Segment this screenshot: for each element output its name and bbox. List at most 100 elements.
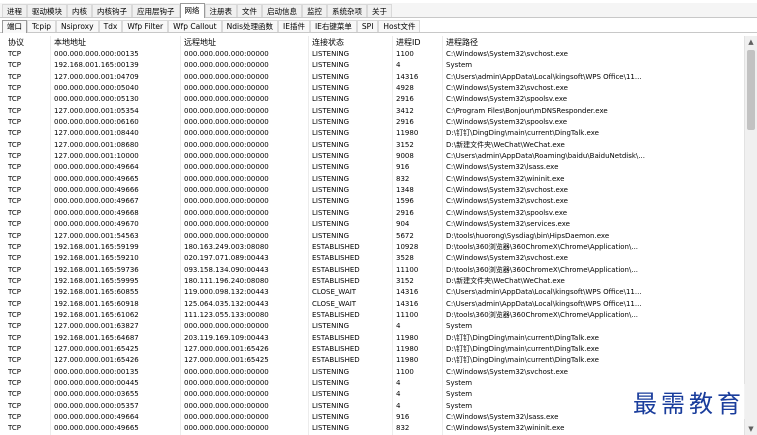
main-tab[interactable]: 内核	[67, 4, 92, 17]
main-tab[interactable]: 监控	[302, 4, 327, 17]
cell-process-path: D:\tools\huorong\Sysdiag\bin\HipsDaemon.…	[446, 231, 610, 240]
cell-remote-address: 000.000.000.000:00000	[184, 84, 269, 93]
column-header-remote-address[interactable]: 远程地址	[184, 36, 306, 49]
main-tab[interactable]: 网络	[179, 3, 205, 18]
sub-tab[interactable]: Wfp Filter	[122, 20, 169, 32]
table-row[interactable]: TCP 127.000.000.001:63827 000.000.000.000:…	[0, 321, 744, 332]
table-row[interactable]: TCP 000.000.000.000:49667 000.000.000.000:…	[0, 196, 744, 207]
table-row[interactable]: TCP 000.000.000.000:05130 000.000.000.000:…	[0, 94, 744, 105]
sub-tab[interactable]: SPI	[356, 20, 379, 32]
cell-protocol: TCP	[8, 322, 21, 331]
table-row[interactable]: TCP 192.168.001.165:61062 111.123.055.133:…	[0, 310, 744, 321]
table-row[interactable]: TCP 127.000.000.001:08440 000.000.000.000:…	[0, 128, 744, 139]
cell-remote-address: 000.000.000.000:00000	[184, 118, 269, 127]
vertical-scrollbar[interactable]: ▲ ▼	[744, 36, 757, 435]
table-row[interactable]: TCP 192.168.001.165:59199 180.163.249.003:…	[0, 242, 744, 253]
scroll-thumb[interactable]	[747, 50, 755, 130]
cell-process-path: C:\Windows\System32\lsass.exe	[446, 163, 559, 172]
table-row[interactable]: TCP 192.168.001.165:00139 000.000.000.000:…	[0, 60, 744, 71]
cell-pid: 11980	[396, 129, 419, 138]
port-table[interactable]: 协议 本地地址 远程地址 连接状态 进程ID 进程路径 TCP 000.000.0…	[0, 36, 744, 435]
table-row[interactable]: TCP 127.000.000.001:65425 127.000.000.001:…	[0, 344, 744, 355]
cell-process-path: D:\新建文件夹\WeChat\WeChat.exe	[446, 276, 565, 285]
table-row[interactable]: TCP 127.000.000.001:10000 000.000.000.000:…	[0, 151, 744, 162]
table-row[interactable]: TCP 127.000.000.001:04709 000.000.000.000:…	[0, 72, 744, 83]
column-header-protocol[interactable]: 协议	[8, 36, 48, 49]
main-tab[interactable]: 应用层钩子	[132, 4, 180, 17]
cell-local-address: 000.000.000.000:05130	[54, 95, 139, 104]
table-row[interactable]: TCP 000.000.000.000:49668 000.000.000.000:…	[0, 208, 744, 219]
cell-protocol: TCP	[8, 333, 21, 342]
cell-local-address: 000.000.000.000:49667	[54, 197, 139, 206]
sub-tab[interactable]: IE插件	[278, 20, 310, 32]
cell-protocol: TCP	[8, 344, 21, 353]
column-header-state[interactable]: 连接状态	[312, 36, 392, 49]
cell-local-address: 000.000.000.000:05040	[54, 84, 139, 93]
table-row[interactable]: TCP 192.168.001.165:60918 125.064.035.132:…	[0, 299, 744, 310]
main-tab[interactable]: 系统杂项	[327, 4, 367, 17]
cell-local-address: 127.000.000.001:08680	[54, 140, 139, 149]
cell-local-address: 000.000.000.000:00135	[54, 50, 139, 58]
sub-tab[interactable]: Ndis处理函数	[221, 20, 278, 32]
cell-pid: 1100	[396, 50, 414, 58]
table-row[interactable]: TCP 192.168.001.165:59210 020.197.071.089:…	[0, 253, 744, 264]
table-row[interactable]: TCP 192.168.001.165:59736 093.158.134.090:…	[0, 265, 744, 276]
cell-protocol: TCP	[8, 72, 21, 81]
cell-remote-address: 000.000.000.000:00000	[184, 322, 269, 331]
column-header-local-address[interactable]: 本地地址	[54, 36, 176, 49]
table-row[interactable]: TCP 000.000.000.000:49666 000.000.000.000:…	[0, 185, 744, 196]
main-tab[interactable]: 进程	[2, 4, 27, 17]
main-tab[interactable]: 启动信息	[262, 4, 302, 17]
table-row[interactable]: TCP 000.000.000.000:05040 000.000.000.000:…	[0, 83, 744, 94]
column-header-process-path[interactable]: 进程路径	[446, 36, 742, 49]
table-row[interactable]: TCP 000.000.000.000:06160 000.000.000.000:…	[0, 117, 744, 128]
sub-tab[interactable]: Tcpip	[27, 20, 57, 32]
cell-state: LISTENING	[312, 95, 350, 104]
sub-tab[interactable]: Nsiproxy	[56, 20, 99, 32]
table-row[interactable]: TCP 127.000.000.001:65426 127.000.000.001:…	[0, 355, 744, 366]
table-row[interactable]: TCP 000.000.000.000:49664 000.000.000.000:…	[0, 162, 744, 173]
cell-remote-address: 000.000.000.000:00000	[184, 208, 269, 217]
table-row[interactable]: TCP 192.168.001.165:59995 180.111.196.240:…	[0, 276, 744, 287]
cell-process-path: D:\tools\360浏览器\360ChromeX\Chrome\Applic…	[446, 242, 639, 251]
table-row[interactable]: TCP 192.168.001.165:64687 203.119.169.109:…	[0, 333, 744, 344]
sub-tab[interactable]: Host文件	[378, 20, 421, 32]
table-row[interactable]: TCP 127.000.000.001:08680 000.000.000.000:…	[0, 140, 744, 151]
table-row[interactable]: TCP 000.000.000.000:00135 000.000.000.000:…	[0, 367, 744, 378]
scroll-up-arrow-icon[interactable]: ▲	[745, 36, 757, 48]
cell-local-address: 000.000.000.000:49664	[54, 163, 139, 172]
cell-local-address: 192.168.001.165:59736	[54, 265, 139, 274]
table-row[interactable]: TCP 127.000.000.001:54563 000.000.000.000:…	[0, 231, 744, 242]
cell-process-path: C:\Windows\System32\svchost.exe	[446, 50, 568, 58]
cell-state: LISTENING	[312, 322, 350, 331]
sub-tab[interactable]: 端口	[2, 20, 27, 33]
cell-protocol: TCP	[8, 242, 21, 251]
scroll-down-arrow-icon[interactable]: ▼	[745, 423, 757, 435]
cell-process-path: D:\钉钉\DingDing\main\current\DingTalk.exe	[446, 333, 599, 342]
main-tab[interactable]: 注册表	[204, 4, 237, 17]
main-tab[interactable]: 驱动模块	[27, 4, 67, 17]
cell-remote-address: 111.123.055.133:00080	[184, 310, 269, 319]
table-row[interactable]: TCP 000.000.000.000:49665 000.000.000.000:…	[0, 174, 744, 185]
cell-state: LISTENING	[312, 208, 350, 217]
cell-process-path: D:\钉钉\DingDing\main\current\DingTalk.exe	[446, 129, 599, 138]
table-row[interactable]: TCP 192.168.001.165:60855 119.000.098.132:…	[0, 287, 744, 298]
sub-tab[interactable]: IE右键菜单	[309, 20, 357, 32]
table-row[interactable]: TCP 127.000.000.001:05354 000.000.000.000:…	[0, 106, 744, 117]
cell-state: LISTENING	[312, 118, 350, 127]
main-tab[interactable]: 文件	[237, 4, 262, 17]
table-row[interactable]: TCP 000.000.000.000:49665 000.000.000.000:…	[0, 423, 744, 434]
table-row[interactable]: TCP 000.000.000.000:49670 000.000.000.000:…	[0, 219, 744, 230]
sub-tab[interactable]: Wfp Callout	[168, 20, 222, 32]
cell-protocol: TCP	[8, 220, 21, 229]
table-row[interactable]: TCP 000.000.000.000:00135 000.000.000.000:…	[0, 49, 744, 60]
column-header-pid[interactable]: 进程ID	[396, 36, 440, 49]
main-tab[interactable]: 关于	[367, 4, 392, 17]
cell-pid: 11980	[396, 344, 419, 353]
cell-pid: 4	[396, 401, 401, 410]
cell-state: LISTENING	[312, 61, 350, 70]
cell-local-address: 000.000.000.000:05357	[54, 401, 139, 410]
sub-tab[interactable]: Tdx	[98, 20, 123, 32]
main-tab[interactable]: 内核钩子	[92, 4, 132, 17]
cell-state: ESTABLISHED	[312, 333, 360, 342]
